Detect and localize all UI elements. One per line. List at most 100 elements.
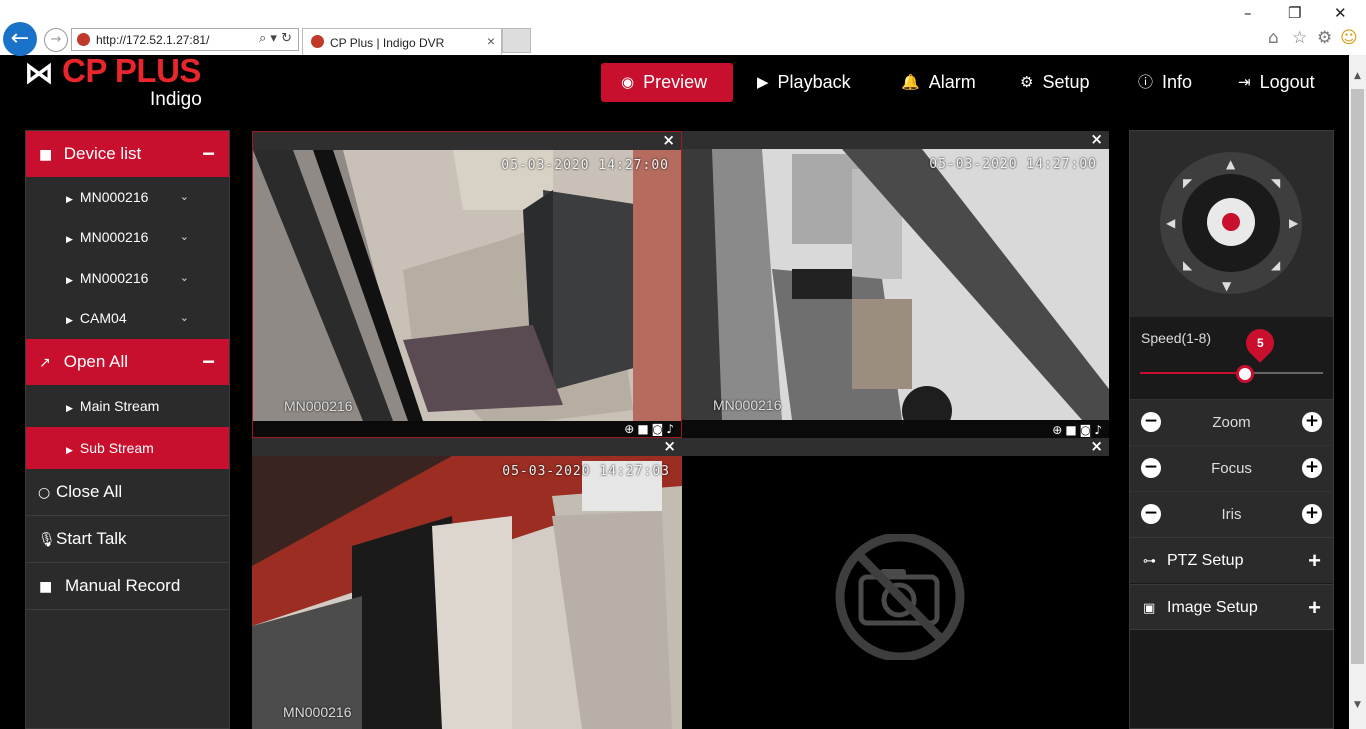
zoom-control: Zoom − + bbox=[1130, 399, 1333, 446]
restore-button[interactable]: ❐ bbox=[1288, 4, 1301, 22]
scroll-down-icon[interactable]: ▼ bbox=[1349, 700, 1366, 710]
speed-value: 5 bbox=[1256, 336, 1264, 350]
logo-text: CP PLUS bbox=[62, 52, 201, 89]
video-pane-4-empty[interactable]: × bbox=[682, 438, 1109, 729]
browser-tab[interactable]: CP Plus | Indigo DVR × bbox=[302, 28, 502, 55]
image-setup-section[interactable]: ▣ Image Setup + bbox=[1130, 584, 1333, 630]
close-icon[interactable]: × bbox=[1090, 438, 1103, 455]
nav-logout[interactable]: ⇥ Logout bbox=[1238, 63, 1315, 102]
video-pane-2[interactable]: × 05-03-2020 14:27:00 MN000216 ⊕■◙♪ bbox=[682, 131, 1109, 438]
iris-minus-button[interactable]: − bbox=[1141, 504, 1161, 524]
zoom-in-button[interactable]: + bbox=[1302, 412, 1322, 432]
nav-setup-label: Setup bbox=[1042, 72, 1090, 92]
ptz-setup-section[interactable]: ⊶ PTZ Setup + bbox=[1130, 537, 1333, 583]
close-all-button[interactable]: ○ Close All bbox=[26, 469, 229, 516]
left-panel: ■ Device list − ▶ MN000216 ⌄ ▶ MN000216 ⌄ … bbox=[25, 130, 230, 729]
device-item[interactable]: ▶ MN000216 ⌄ bbox=[26, 217, 229, 257]
gear-icon[interactable]: ⚙ bbox=[1317, 28, 1332, 48]
ptz-right-icon[interactable]: ▶ bbox=[1289, 216, 1298, 230]
back-button[interactable]: ← bbox=[3, 22, 37, 56]
forward-button[interactable]: → bbox=[44, 28, 68, 52]
device-list-header[interactable]: ■ Device list − bbox=[26, 131, 229, 177]
nav-alarm[interactable]: 🔔 Alarm bbox=[901, 63, 976, 102]
focus-plus-button[interactable]: + bbox=[1302, 458, 1322, 478]
close-icon[interactable]: × bbox=[662, 132, 675, 149]
close-window-button[interactable]: ✕ bbox=[1334, 4, 1347, 22]
audio-icon[interactable]: ♪ bbox=[1094, 423, 1105, 437]
speed-slider-fill bbox=[1140, 372, 1245, 374]
focus-minus-button[interactable]: − bbox=[1141, 458, 1161, 478]
refresh-icon[interactable]: ↻ bbox=[281, 31, 292, 46]
scroll-up-icon[interactable]: ▲ bbox=[1349, 71, 1366, 81]
iris-plus-button[interactable]: + bbox=[1302, 504, 1322, 524]
chevron-down-icon[interactable]: ⌄ bbox=[180, 217, 189, 257]
ptz-up-left-icon[interactable]: ◤ bbox=[1183, 176, 1192, 190]
chevron-down-icon[interactable]: ⌄ bbox=[180, 258, 189, 298]
manual-record-label: Manual Record bbox=[65, 576, 181, 595]
address-tools[interactable]: ⌕ ▾ ↻ bbox=[259, 31, 292, 46]
collapse-icon[interactable]: − bbox=[202, 131, 215, 177]
minimize-button[interactable]: – bbox=[1244, 4, 1252, 22]
manual-record-button[interactable]: ■ Manual Record bbox=[26, 563, 229, 610]
record-icon[interactable]: ■ bbox=[637, 422, 651, 436]
nav-alarm-label: Alarm bbox=[928, 72, 976, 92]
snapshot-icon[interactable]: ◙ bbox=[652, 422, 667, 436]
record-icon[interactable]: ■ bbox=[1065, 423, 1079, 437]
device-item[interactable]: ▶ CAM04 ⌄ bbox=[26, 298, 229, 338]
nav-preview[interactable]: ◉ Preview bbox=[601, 63, 733, 102]
nav-info-label: Info bbox=[1162, 72, 1193, 92]
dropdown-icon[interactable]: ▾ bbox=[270, 31, 277, 46]
play-circle-icon: ▶ bbox=[757, 73, 769, 91]
chevron-down-icon[interactable]: ⌄ bbox=[180, 298, 189, 338]
pane-titlebar: × bbox=[682, 131, 1109, 149]
address-bar[interactable]: http://172.52.1.27:81/ ⌕ ▾ ↻ bbox=[71, 28, 299, 51]
zoom-in-icon[interactable]: ⊕ bbox=[1052, 423, 1065, 437]
snapshot-icon[interactable]: ◙ bbox=[1080, 423, 1095, 437]
page-scrollbar[interactable]: ▲ ▼ bbox=[1349, 55, 1366, 729]
tab-close-icon[interactable]: × bbox=[487, 33, 495, 49]
new-tab-button[interactable] bbox=[502, 28, 531, 53]
start-talk-button[interactable]: 🎙Start Talk bbox=[26, 516, 229, 563]
open-all-header[interactable]: ↗ Open All − bbox=[26, 339, 229, 385]
pane-titlebar: × bbox=[252, 438, 682, 456]
video-pane-1[interactable]: × 05-03-2020 14:27:00 MN000216 ⊕■◙♪ bbox=[252, 131, 682, 438]
close-icon[interactable]: × bbox=[663, 438, 676, 455]
video-camera-icon: ■ bbox=[39, 147, 53, 163]
device-list-title: Device list bbox=[63, 144, 142, 163]
nav-setup[interactable]: ⚙ Setup bbox=[1020, 63, 1090, 102]
video-feed bbox=[682, 149, 1109, 420]
star-icon[interactable]: ☆ bbox=[1292, 28, 1307, 48]
collapse-icon[interactable]: − bbox=[202, 339, 215, 385]
ptz-up-icon[interactable]: ▲ bbox=[1226, 157, 1235, 171]
ptz-setup-label: PTZ Setup bbox=[1167, 552, 1244, 569]
speed-slider-handle[interactable] bbox=[1236, 365, 1255, 383]
device-item[interactable]: ▶ MN000216 ⌄ bbox=[26, 258, 229, 298]
ptz-down-left-icon[interactable]: ◣ bbox=[1183, 258, 1192, 272]
expand-icon[interactable]: + bbox=[1308, 538, 1321, 584]
expand-icon[interactable]: + bbox=[1308, 585, 1321, 631]
zoom-in-icon[interactable]: ⊕ bbox=[624, 422, 637, 436]
ptz-down-icon[interactable]: ▼ bbox=[1222, 279, 1231, 293]
home-icon[interactable]: ⌂ bbox=[1268, 28, 1279, 48]
ptz-left-icon[interactable]: ◀ bbox=[1166, 216, 1175, 230]
search-icon[interactable]: ⌕ bbox=[259, 31, 266, 46]
audio-icon[interactable]: ♪ bbox=[666, 422, 677, 436]
device-name: CAM04 bbox=[79, 310, 127, 326]
ptz-down-right-icon[interactable]: ◢ bbox=[1271, 258, 1280, 272]
sub-stream-item[interactable]: ▶ Sub Stream bbox=[26, 427, 229, 469]
main-stream-item[interactable]: ▶ Main Stream bbox=[26, 385, 229, 427]
nav-info[interactable]: ⓘ Info bbox=[1138, 63, 1192, 102]
tab-title: CP Plus | Indigo DVR bbox=[330, 36, 445, 50]
zoom-out-button[interactable]: − bbox=[1141, 412, 1161, 432]
video-pane-3[interactable]: × 05-03-2020 14:27:03 MN000216 bbox=[252, 438, 682, 729]
smiley-icon[interactable]: ☺ bbox=[1340, 28, 1358, 48]
scrollbar-thumb[interactable] bbox=[1351, 89, 1364, 664]
chevron-down-icon[interactable]: ⌄ bbox=[180, 177, 189, 217]
close-icon[interactable]: × bbox=[1090, 131, 1103, 148]
ptz-up-right-icon[interactable]: ◥ bbox=[1271, 176, 1280, 190]
video-feed bbox=[252, 456, 682, 729]
address-url[interactable]: http://172.52.1.27:81/ bbox=[96, 33, 209, 47]
pane-toolbar: ⊕■◙♪ bbox=[624, 422, 677, 436]
nav-playback[interactable]: ▶ Playback bbox=[757, 63, 851, 102]
device-item[interactable]: ▶ MN000216 ⌄ bbox=[26, 177, 229, 217]
